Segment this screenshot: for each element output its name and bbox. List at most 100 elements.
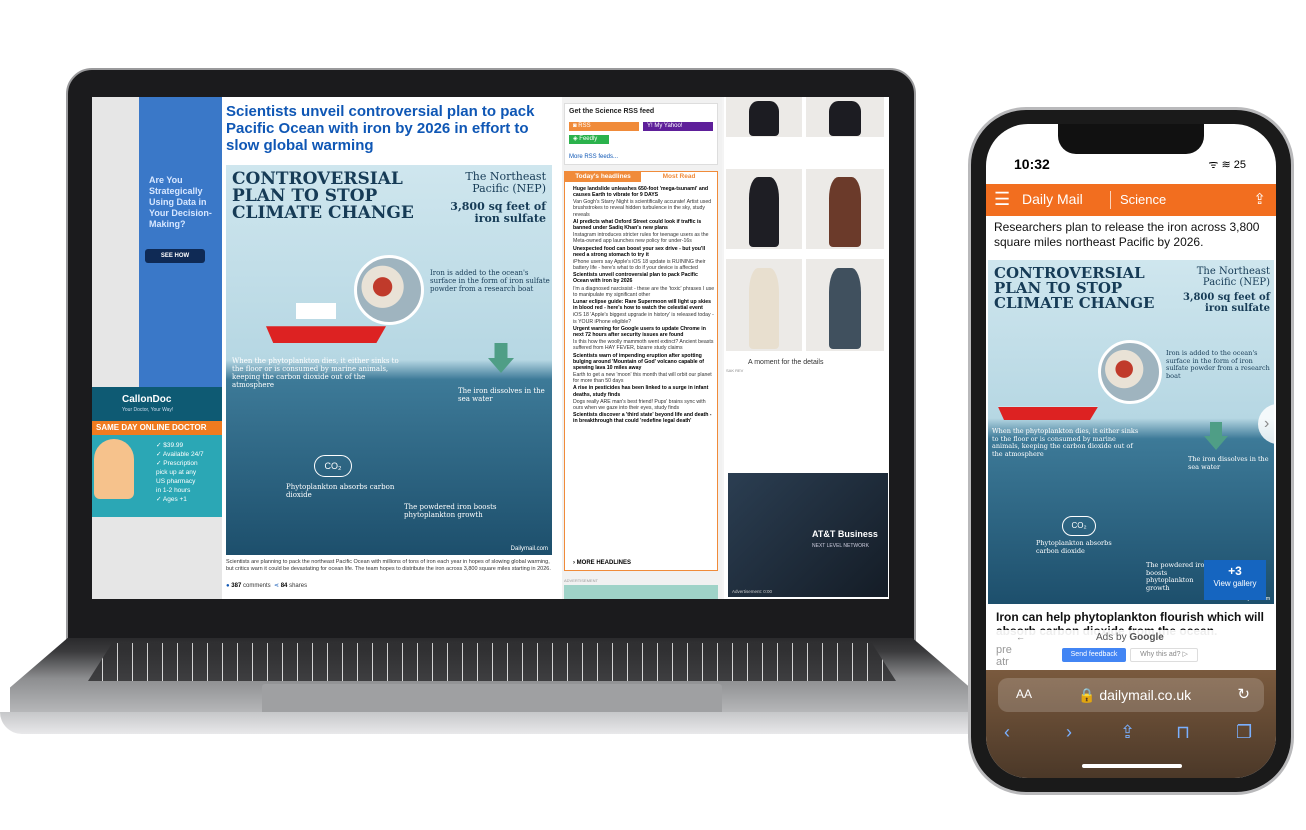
feature-item: ✓ Available 24/7 (156, 451, 204, 458)
callondoc-header: CallonDoc Your Doctor, Your Way! (92, 387, 222, 421)
headline-item[interactable]: Huge landslide unleashes 650-foot 'mega-… (569, 186, 715, 198)
headline-item[interactable]: Is this how the woolly mammoth went exti… (569, 339, 715, 351)
why-this-ad-button[interactable]: Why this ad? ▷ (1130, 648, 1198, 662)
callondoc-ad[interactable]: CallonDoc Your Doctor, Your Way! SAME DA… (92, 387, 222, 517)
ad-caption[interactable]: A moment for the details (748, 359, 823, 366)
doctor-illustration (94, 439, 134, 499)
laptop-base-lip (0, 712, 990, 734)
comment-count[interactable]: 387 (231, 583, 241, 589)
step-absorbs: Phytoplankton absorbs carbon dioxide (1036, 539, 1112, 555)
headlines-box: Today's headlines Most Read Huge landsli… (564, 171, 718, 571)
headline-item[interactable]: iOS 18 'Apple's biggest upgrade in histo… (569, 312, 715, 324)
comment-icon[interactable]: ● (226, 583, 230, 589)
infographic[interactable]: CONTROVERSIAL PLAN TO STOP CLIMATE CHANG… (988, 260, 1274, 604)
shares-label[interactable]: shares (289, 583, 307, 589)
down-arrow-icon (1204, 422, 1228, 450)
headline-item[interactable]: Dogs really ARE man's best friend! Pups'… (569, 399, 715, 411)
headline-item[interactable]: Van Gogh's Starry Night is scientificall… (569, 199, 715, 217)
headline-item[interactable]: Earth to get a new 'moon' this month tha… (569, 372, 715, 384)
jacket-image (748, 101, 780, 137)
model-image (748, 177, 780, 248)
share-icon[interactable]: ⇪ (1120, 722, 1135, 743)
share-icon[interactable]: ⋖ (274, 583, 279, 589)
headline-item[interactable]: I'm a diagnosed narcissist - these are t… (569, 286, 715, 298)
rss-box: Get the Science RSS feed ◙ RSS Y! My Yah… (564, 103, 718, 165)
tabs-icon[interactable]: ❐ (1236, 722, 1252, 743)
chevron-right-icon[interactable]: › (1258, 404, 1274, 444)
feedly-button[interactable]: ◈ Feedly (569, 135, 609, 144)
infographic-title: CONTROVERSIAL PLAN TO STOP CLIMATE CHANG… (232, 169, 414, 223)
left-ad-column: Are You Strategically Using Data in Your… (92, 97, 222, 599)
view-gallery-button[interactable]: +3 View gallery (1204, 560, 1266, 600)
share-count[interactable]: 84 (281, 583, 288, 589)
headline-item[interactable]: AI predicts what Oxford Street could loo… (569, 219, 715, 231)
headline-item[interactable]: Lunar eclipse guide: Rare Supermoon will… (569, 299, 715, 311)
rss-button[interactable]: ◙ RSS (569, 122, 639, 131)
step-boosts: The powdered iron boosts phytoplankton g… (404, 503, 497, 519)
model-image (829, 177, 861, 248)
rss-label: RSS (578, 123, 591, 129)
callondoc-title: CallonDoc (122, 394, 172, 405)
clothing-item[interactable] (726, 169, 802, 249)
more-headlines-link[interactable]: › MORE HEADLINES (573, 560, 631, 566)
back-arrow-icon[interactable]: ← (1016, 632, 1025, 642)
ads-by-google: Ads by Google (1096, 632, 1164, 643)
callondoc-features: ✓ $39.99 ✓ Available 24/7 ✓ Prescription… (156, 441, 204, 504)
send-feedback-button[interactable]: Send feedback (1062, 648, 1126, 662)
headline-item[interactable]: A rise in pesticides has been linked to … (569, 385, 715, 397)
callondoc-subtitle: Your Doctor, Your Way! (122, 407, 174, 413)
bookmarks-icon[interactable]: ⊓ (1176, 722, 1190, 743)
ship-cabin (296, 303, 336, 319)
see-how-button[interactable]: SEE HOW (145, 249, 205, 263)
headline-tabs: Today's headlines Most Read (565, 172, 717, 182)
feature-item: ✓ $39.99 (156, 442, 184, 449)
clothing-item[interactable] (806, 259, 884, 351)
model-image (748, 268, 780, 350)
sidebar-ad[interactable] (564, 585, 718, 599)
menu-icon[interactable]: ☰ (994, 189, 1010, 210)
clothing-item[interactable] (726, 259, 802, 351)
headline-item[interactable]: Instagram introduces stricter rules for … (569, 232, 715, 244)
comments-label[interactable]: comments (243, 583, 271, 589)
headline-item[interactable]: Unexpected food can boost your sex drive… (569, 246, 715, 258)
yahoo-button[interactable]: Y! My Yahoo! (643, 122, 713, 131)
clothing-item[interactable] (806, 169, 884, 249)
headline-item[interactable]: Scientists unveil controversial plan to … (569, 272, 715, 284)
image-caption: Scientists are planning to pack the nort… (226, 559, 551, 572)
video-ad-timer: Advertisement: 0:00 (732, 589, 773, 594)
ad-brand: SAK REV (726, 368, 744, 373)
research-photo (354, 255, 424, 325)
tab-todays-headlines[interactable]: Today's headlines (565, 172, 641, 182)
headline-item[interactable]: Scientists discover a 'third state' beyo… (569, 412, 715, 424)
section-label[interactable]: Science (1120, 192, 1166, 207)
address-bar[interactable]: AA 🔒 dailymail.co.uk ↻ (998, 678, 1264, 712)
clothing-item[interactable] (806, 97, 884, 137)
dailymail-logo[interactable]: Daily Mail (1022, 191, 1083, 207)
clothing-item[interactable] (726, 97, 802, 137)
article-column: Scientists unveil controversial plan to … (222, 97, 562, 599)
headline-item[interactable]: Urgent warning for Google users to updat… (569, 326, 715, 338)
headline-item[interactable]: iPhone users say Apple's iOS 18 update i… (569, 259, 715, 271)
share-icon[interactable]: ⇪ (1253, 190, 1266, 208)
gallery-count: +3 (1228, 564, 1242, 578)
feedly-label: Feedly (579, 136, 598, 142)
more-rss-link[interactable]: More RSS feeds... (569, 154, 618, 160)
data-decision-ad[interactable]: Are You Strategically Using Data in Your… (139, 97, 222, 387)
step-absorbs: Phytoplankton absorbs carbon dioxide (286, 483, 395, 499)
feature-item: pick up at any (156, 469, 197, 476)
video-ad[interactable]: AT&T Business NEXT LEVEL NETWORK Adverti… (728, 473, 888, 597)
tab-most-read[interactable]: Most Read (641, 172, 717, 182)
step-phytoplankton-dies: When the phytoplankton dies, it either s… (232, 357, 399, 389)
ads-by-label: Ads by (1096, 632, 1127, 643)
forward-icon[interactable]: › (1066, 722, 1072, 743)
headline-item[interactable]: Scientists warn of impending eruption af… (569, 353, 715, 371)
infographic-amount: 3,800 sq feet of iron sulfate (1183, 292, 1270, 314)
article-headline[interactable]: Scientists unveil controversial plan to … (226, 103, 556, 154)
reload-icon[interactable]: ↻ (1237, 685, 1250, 703)
back-icon[interactable]: ‹ (1004, 722, 1010, 743)
step-iron-added: Iron is added to the ocean's surface in … (1166, 349, 1270, 380)
url-host: dailymail.co.uk (1099, 687, 1192, 703)
infographic-region: The Northeast Pacific (NEP) (1196, 266, 1270, 288)
infographic[interactable]: CONTROVERSIAL PLAN TO STOP CLIMATE CHANG… (226, 165, 552, 555)
reader-settings-button[interactable]: AA (1016, 687, 1032, 701)
